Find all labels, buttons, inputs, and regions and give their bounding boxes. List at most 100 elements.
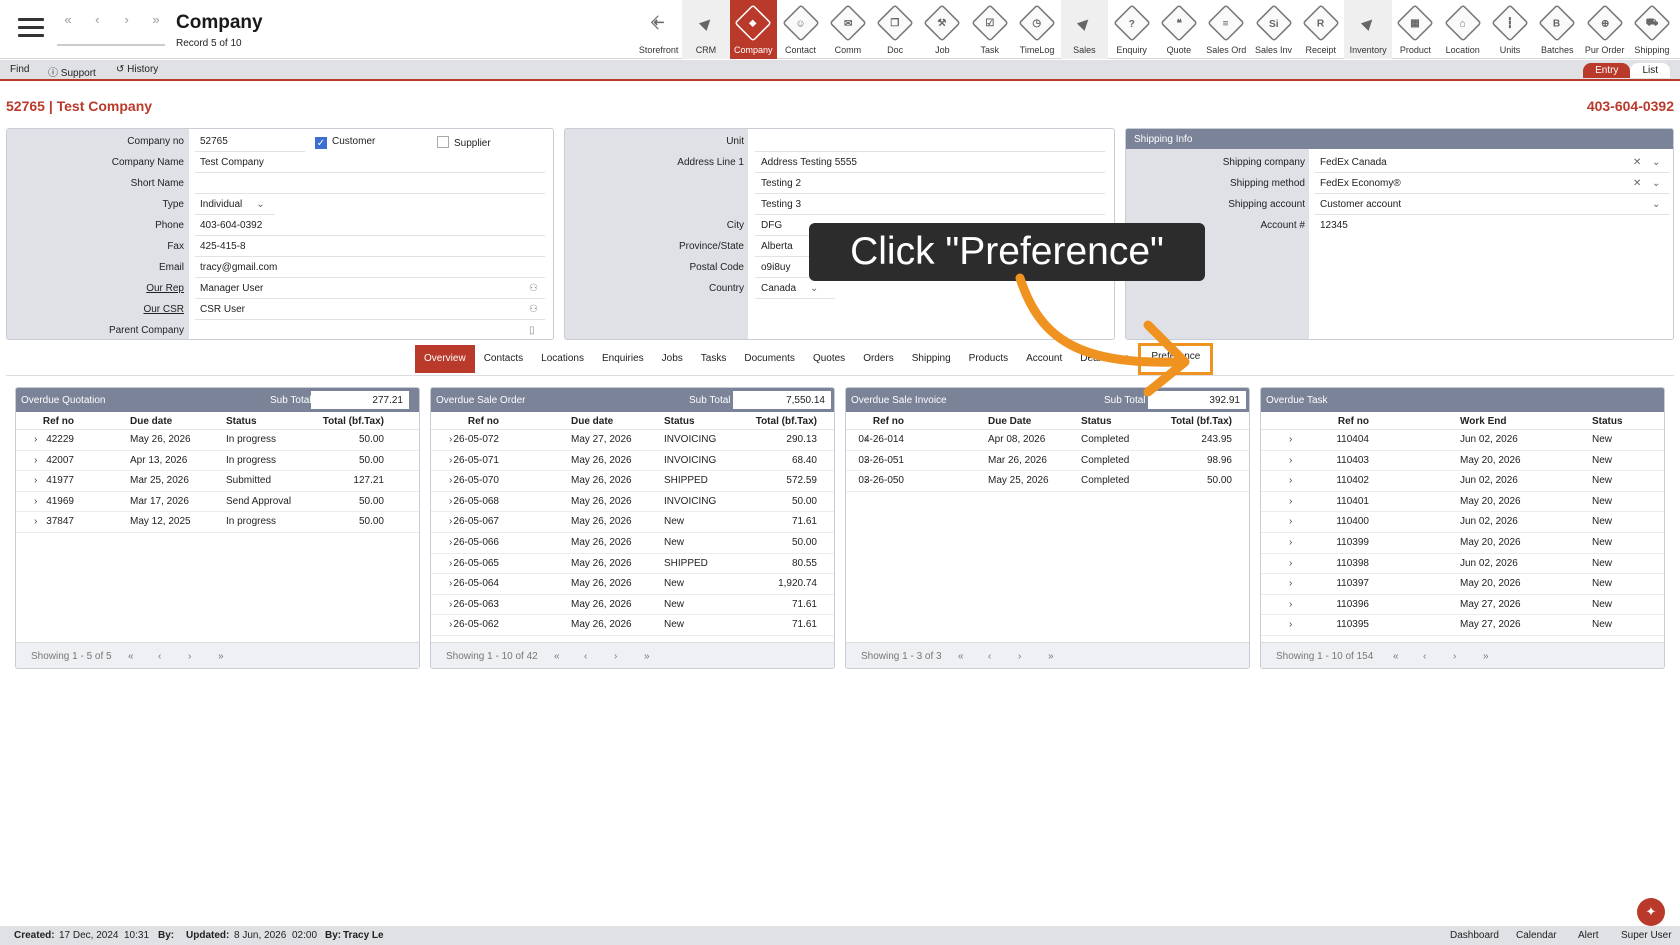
expand-chevron-icon[interactable]: ›	[1289, 578, 1292, 589]
document-icon[interactable]: ▯	[529, 325, 535, 336]
module-shipping[interactable]: ⛟ Shipping	[1628, 0, 1675, 59]
table-row[interactable]: › 26-05-064 May 26, 2026 New 1,920.74	[431, 574, 834, 595]
expand-chevron-icon[interactable]: ›	[449, 455, 452, 466]
table-row[interactable]: › 110400 Jun 02, 2026 New	[1261, 512, 1664, 533]
tab-shipping[interactable]: Shipping	[903, 345, 960, 373]
fax-field[interactable]: 425-415-8	[200, 241, 246, 252]
expand-chevron-icon[interactable]: ›	[1289, 599, 1292, 610]
hamburger-menu-icon[interactable]	[18, 18, 44, 38]
module-product[interactable]: ▦ Product	[1392, 0, 1439, 59]
pager-prev-button[interactable]: ‹	[1423, 651, 1426, 662]
pager-first-button[interactable]: «	[1393, 651, 1399, 662]
shipping-method-select[interactable]: FedEx Economy®	[1320, 178, 1401, 189]
pager-prev-button[interactable]: ‹	[584, 651, 587, 662]
expand-chevron-icon[interactable]: ›	[1289, 619, 1292, 630]
module-pur-order[interactable]: ⊕ Pur Order	[1581, 0, 1628, 59]
table-row[interactable]: › 42007 Apr 13, 2026 In progress 50.00	[16, 451, 419, 472]
tab-contacts[interactable]: Contacts	[475, 345, 532, 373]
city-field[interactable]: DFG	[761, 220, 782, 231]
tab-locations[interactable]: Locations	[532, 345, 593, 373]
expand-chevron-icon[interactable]: ›	[1289, 537, 1292, 548]
expand-chevron-icon[interactable]: ›	[449, 558, 452, 569]
expand-chevron-icon[interactable]: ›	[449, 516, 452, 527]
tab-tasks[interactable]: Tasks	[692, 345, 736, 373]
module-crm[interactable]: ▶ CRM	[682, 0, 730, 59]
clear-icon[interactable]: ✕	[1633, 178, 1641, 189]
module-units[interactable]: ┇ Units	[1486, 0, 1533, 59]
tab-quotes[interactable]: Quotes	[804, 345, 854, 373]
address-line3-field[interactable]: Testing 3	[761, 199, 801, 210]
expand-chevron-icon[interactable]: ›	[1289, 558, 1292, 569]
module-task[interactable]: ☑ Task	[966, 0, 1013, 59]
expand-chevron-icon[interactable]: ›	[1289, 475, 1292, 486]
table-row[interactable]: › 26-05-063 May 26, 2026 New 71.61	[431, 595, 834, 616]
table-row[interactable]: › 110395 May 27, 2026 New	[1261, 615, 1664, 636]
table-row[interactable]: › 110396 May 27, 2026 New	[1261, 595, 1664, 616]
module-quote[interactable]: ❝ Quote	[1155, 0, 1202, 59]
province-select[interactable]: Alberta	[761, 241, 793, 252]
company-no-field[interactable]: 52765	[200, 136, 228, 147]
module-contact[interactable]: ☺ Contact	[777, 0, 824, 59]
expand-chevron-icon[interactable]: ›	[1289, 516, 1292, 527]
pager-first-button[interactable]: «	[554, 651, 560, 662]
user-picker-icon[interactable]: ⚇	[529, 283, 538, 294]
expand-chevron-icon[interactable]: ›	[34, 496, 37, 507]
pager-last-button[interactable]: »	[1483, 651, 1489, 662]
assistant-sparkle-icon[interactable]: ✦	[1637, 898, 1665, 926]
tab-enquiries[interactable]: Enquiries	[593, 345, 653, 373]
calendar-link[interactable]: Calendar	[1516, 930, 1557, 941]
chevron-down-icon[interactable]: ⌄	[1652, 157, 1660, 168]
clear-icon[interactable]: ✕	[1633, 157, 1641, 168]
expand-chevron-icon[interactable]: ›	[449, 599, 452, 610]
account-number-field[interactable]: 12345	[1320, 220, 1348, 231]
pager-last-button[interactable]: »	[644, 651, 650, 662]
module-enquiry[interactable]: ? Enquiry	[1108, 0, 1155, 59]
super-user-link[interactable]: Super User	[1621, 930, 1672, 941]
table-row[interactable]: › 26-05-067 May 26, 2026 New 71.61	[431, 512, 834, 533]
module-location[interactable]: ⌂ Location	[1439, 0, 1486, 59]
entry-view-tab[interactable]: Entry	[1583, 63, 1631, 78]
dashboard-link[interactable]: Dashboard	[1450, 930, 1499, 941]
last-record-button[interactable]: »	[145, 12, 167, 34]
shipping-account-select[interactable]: Customer account	[1320, 199, 1401, 210]
table-row[interactable]: › 41977 Mar 25, 2026 Submitted 127.21	[16, 471, 419, 492]
expand-chevron-icon[interactable]: ›	[449, 475, 452, 486]
module-inventory[interactable]: ▶ Inventory	[1344, 0, 1392, 59]
pager-last-button[interactable]: »	[1048, 651, 1054, 662]
find-button[interactable]: Find	[10, 64, 29, 75]
address-line1-field[interactable]: Address Testing 5555	[761, 157, 857, 168]
chevron-down-icon[interactable]: ⌄	[1652, 199, 1660, 210]
postal-code-field[interactable]: o9i8uy	[761, 262, 790, 273]
module-doc[interactable]: ❐ Doc	[871, 0, 918, 59]
table-row[interactable]: › 110398 Jun 02, 2026 New	[1261, 554, 1664, 575]
our-csr-field[interactable]: CSR User	[200, 304, 245, 315]
our-csr-link[interactable]: Our CSR	[7, 304, 184, 315]
next-record-button[interactable]: ›	[116, 12, 138, 34]
module-batches[interactable]: B Batches	[1534, 0, 1581, 59]
expand-chevron-icon[interactable]: ›	[34, 516, 37, 527]
expand-chevron-icon[interactable]: ›	[449, 434, 452, 445]
expand-chevron-icon[interactable]: ›	[34, 434, 37, 445]
module-sales[interactable]: ▶ Sales	[1060, 0, 1108, 59]
pager-prev-button[interactable]: ‹	[158, 651, 161, 662]
table-row[interactable]: › 110399 May 20, 2026 New	[1261, 533, 1664, 554]
table-row[interactable]: › 110401 May 20, 2026 New	[1261, 492, 1664, 513]
module-sales-inv[interactable]: Si Sales Inv	[1250, 0, 1297, 59]
tab-jobs[interactable]: Jobs	[653, 345, 692, 373]
table-row[interactable]: › 26-05-070 May 26, 2026 SHIPPED 572.59	[431, 471, 834, 492]
pager-next-button[interactable]: ›	[614, 651, 617, 662]
tab-documents[interactable]: Documents	[735, 345, 804, 373]
customer-checkbox[interactable]: ✓ Customer	[315, 136, 375, 149]
expand-chevron-icon[interactable]: ›	[1289, 496, 1292, 507]
alert-link[interactable]: Alert	[1578, 930, 1599, 941]
expand-chevron-icon[interactable]: ›	[449, 496, 452, 507]
pager-next-button[interactable]: ›	[188, 651, 191, 662]
table-row[interactable]: › 26-05-072 May 27, 2026 INVOICING 290.13	[431, 430, 834, 451]
chevron-down-icon[interactable]: ⌄	[1652, 178, 1660, 189]
module-receipt[interactable]: R Receipt	[1297, 0, 1344, 59]
supplier-checkbox[interactable]: Supplier	[437, 136, 491, 149]
support-button[interactable]: ⓘ Support	[48, 64, 96, 79]
module-comm[interactable]: ✉ Comm	[824, 0, 871, 59]
table-row[interactable]: › 110404 Jun 02, 2026 New	[1261, 430, 1664, 451]
pager-prev-button[interactable]: ‹	[988, 651, 991, 662]
